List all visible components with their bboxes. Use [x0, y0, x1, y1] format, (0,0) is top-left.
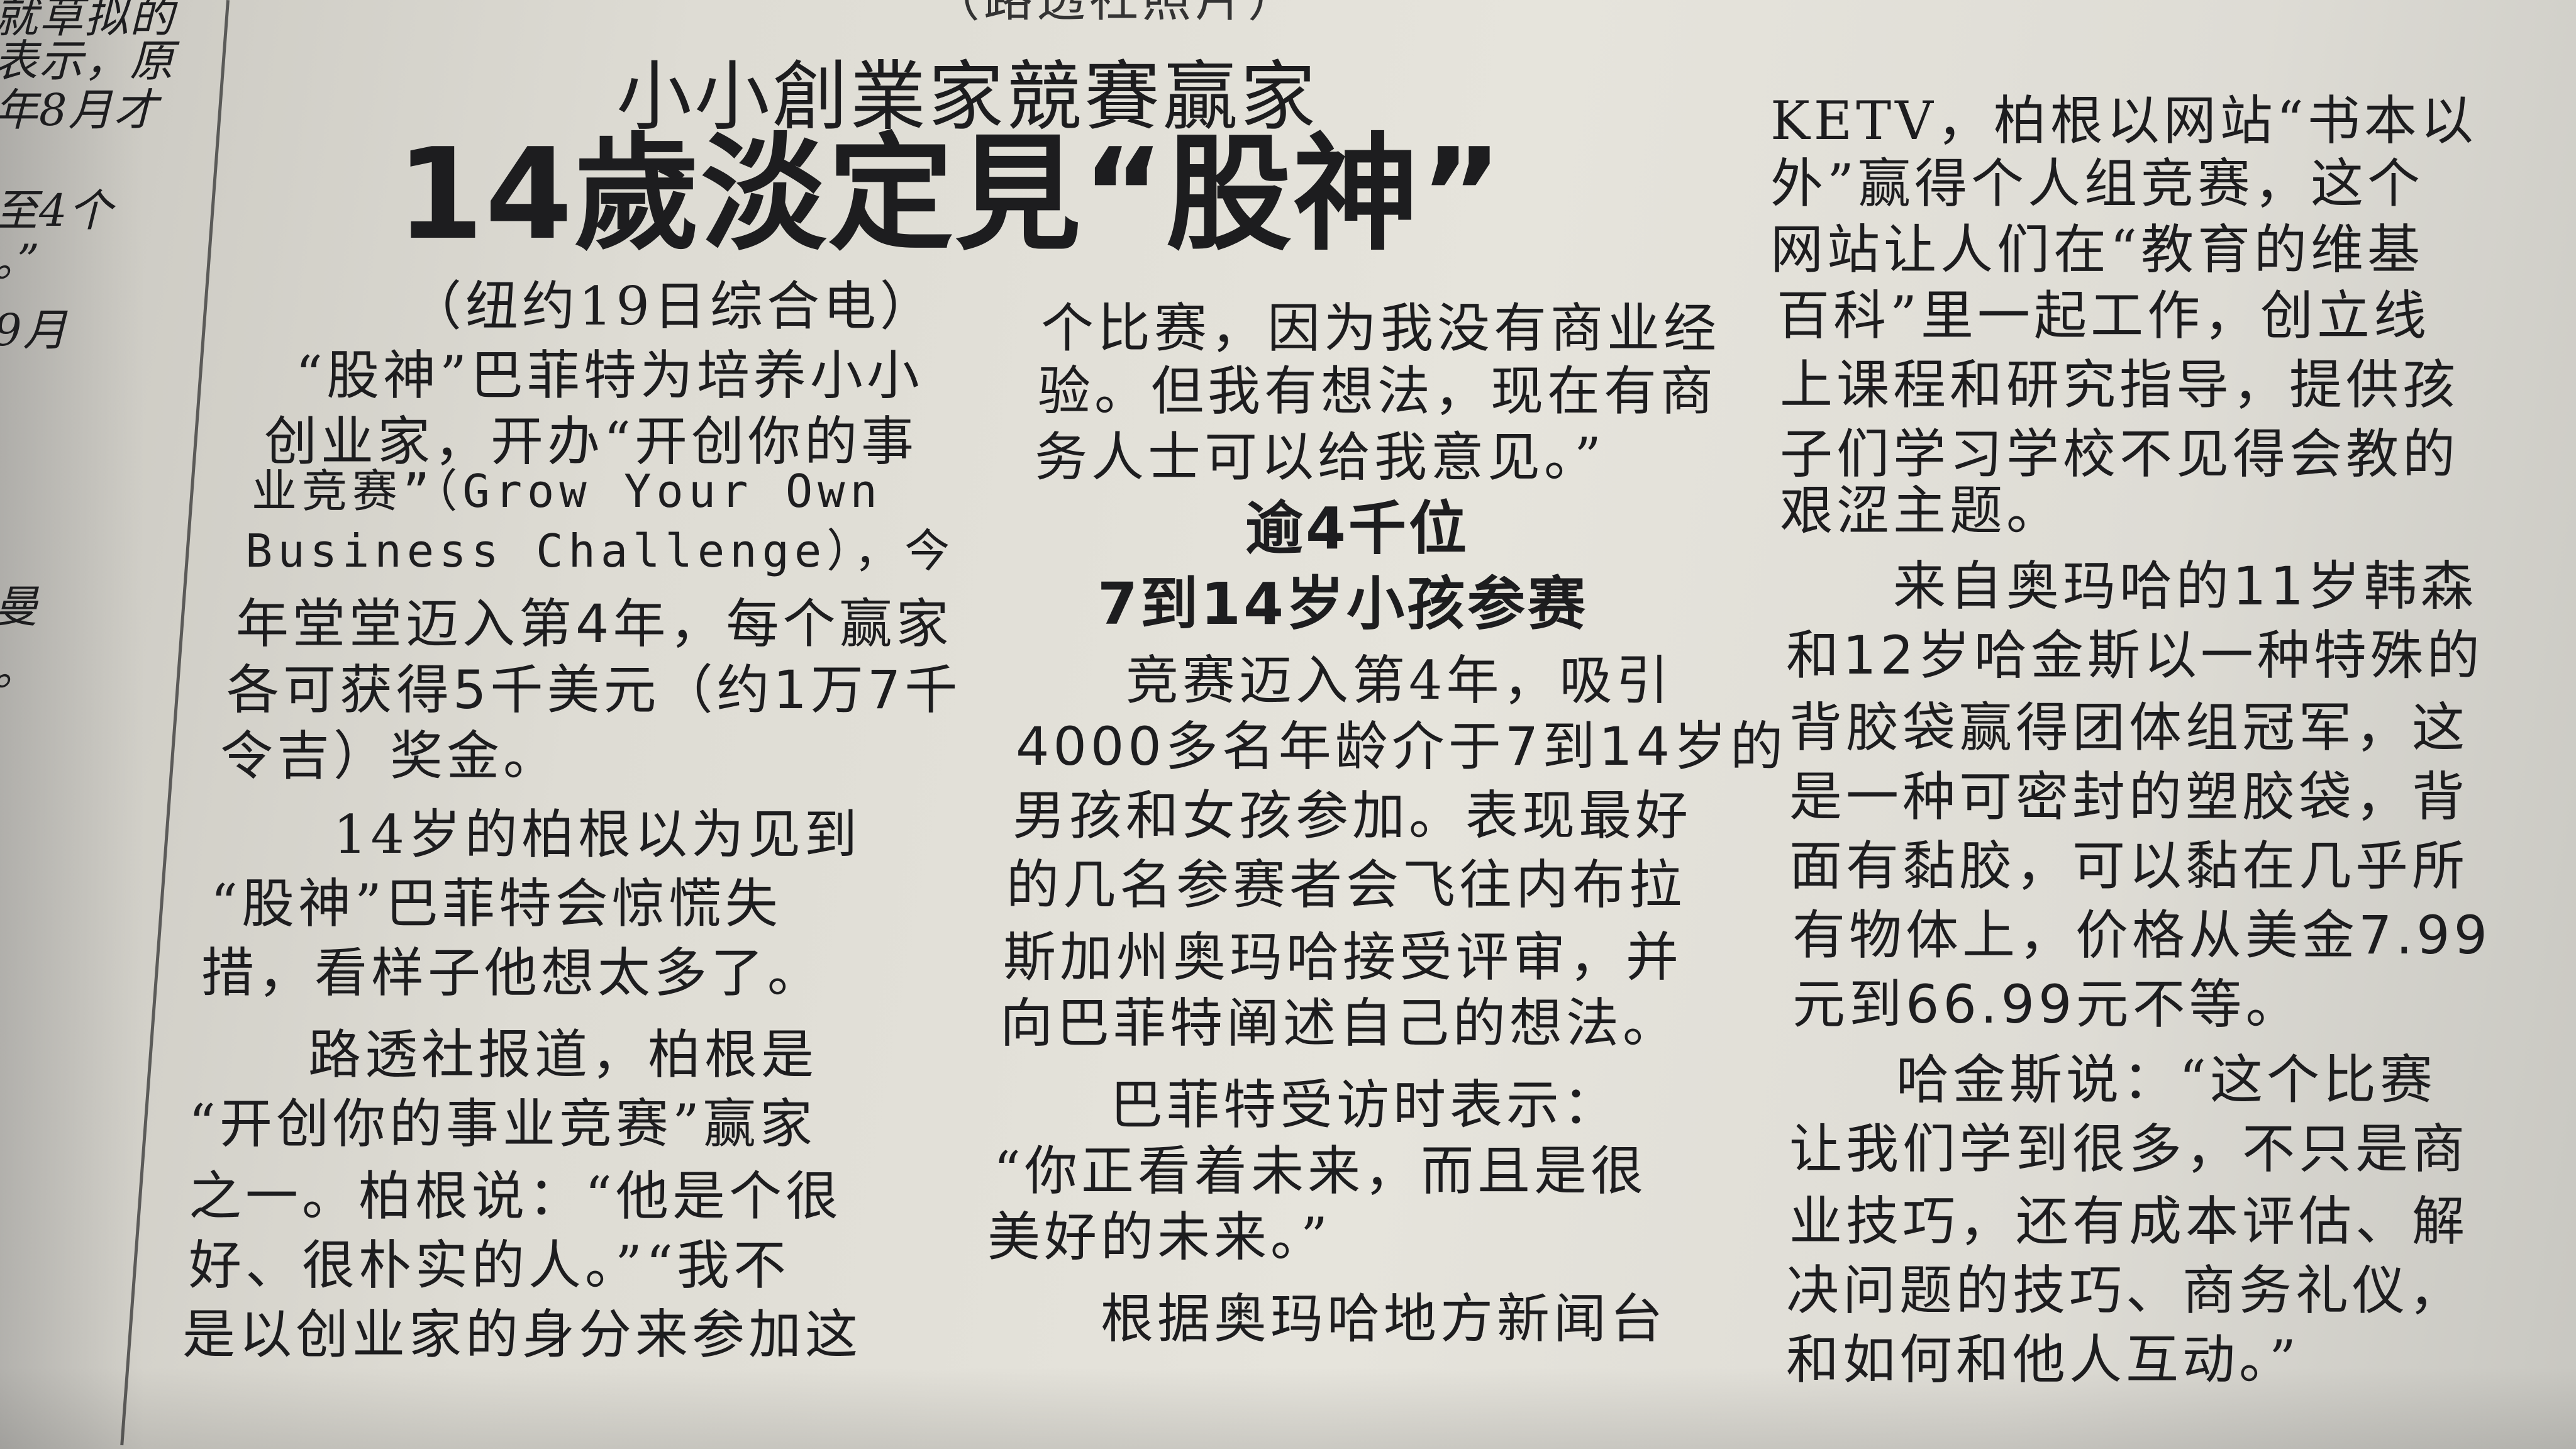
body-line: 措，看样子他想太多了。 [201, 942, 824, 1004]
body-line: 男孩和女孩参加。表现最好 [1013, 785, 1692, 847]
body-line: 是一种可密封的塑胶袋，背 [1789, 766, 2469, 828]
article-headline: 14歲淡定見“股神” [396, 121, 1504, 268]
body-line: 上课程和研究指导，提供孩 [1780, 354, 2460, 416]
body-line: 哈金斯说：“这个比赛 [1896, 1049, 2436, 1111]
body-line: 美好的未来。” [987, 1206, 1331, 1268]
body-line: 根据奥玛哈地方新闻台 [1101, 1288, 1667, 1350]
body-line: 让我们学到很多，不只是商 [1789, 1118, 2469, 1180]
body-line: 背胶袋赢得团体组冠军，这 [1789, 697, 2469, 758]
dateline: （纽约19日综合电） [409, 275, 936, 337]
body-line: 路透社报道，柏根是 [308, 1024, 818, 1085]
prev-article-line: 曼 [0, 585, 39, 629]
body-line: 和如何和他人互动。” [1786, 1329, 2300, 1391]
body-line: “股神”巴菲特为培养小小 [296, 345, 923, 406]
body-line: 业竞赛”（Grow Your Own [252, 465, 882, 518]
body-line: 年堂堂迈入第4年，每个赢家 [236, 593, 953, 655]
body-line: 令吉）奖金。 [220, 725, 560, 787]
body-line: “开创你的事业竞赛”赢家 [189, 1093, 816, 1155]
prev-article-line: 9月 [0, 304, 69, 356]
body-line: 有物体上，价格从美金7.99 [1792, 904, 2492, 966]
prev-article-line: 表示，原 [0, 35, 175, 87]
body-line: 面有黏胶，可以黏在几乎所 [1789, 835, 2469, 897]
body-line: “股神”巴菲特会惊慌失 [211, 873, 782, 935]
photo-caption: （路透社照片） [931, 0, 1301, 24]
body-line: 斯加州奥玛哈接受评审，并 [1003, 926, 1683, 988]
body-line: 和12岁哈金斯以一种特殊的 [1786, 625, 2484, 686]
body-line: 决问题的技巧、商务礼仪， [1786, 1260, 2466, 1321]
body-line: 来自奥玛哈的11岁韩森 [1893, 555, 2477, 617]
body-line: 向巴菲特阐述自己的想法。 [1000, 992, 1680, 1054]
body-line: 好、很朴实的人。”“我不 [189, 1235, 790, 1296]
body-line: 网站让人们在“教育的维基 [1770, 219, 2424, 280]
prev-article-line: 年8月才 [0, 84, 159, 136]
body-line: “你正看着未来，而且是很 [994, 1140, 1647, 1202]
prev-article-line: 。” [0, 235, 41, 287]
prev-article-line: 至4个 [0, 185, 114, 236]
body-line: 的几名参赛者会飞往内布拉 [1006, 854, 1686, 916]
body-line: 业技巧，还有成本评估、解 [1789, 1191, 2469, 1252]
body-line: 创业家，开办“开创你的事 [264, 411, 918, 472]
subheading: 7到14岁小孩参赛 [1097, 570, 1589, 638]
body-line: 4000多名年龄介于7到14岁的 [1016, 716, 1787, 777]
body-line: 各可获得5千美元（约1万7千 [226, 659, 962, 721]
subheading: 逾4千位 [1245, 495, 1470, 562]
body-line: 竞赛迈入第4年，吸引 [1126, 650, 1673, 711]
body-line: 百科”里一起工作，创立线 [1777, 285, 2430, 347]
prev-article-line: 就草拟的 [0, 0, 175, 43]
body-line: 外”赢得个人组竞赛，这个 [1770, 153, 2424, 214]
body-line: 验。但我有想法，现在有商 [1038, 360, 1718, 422]
body-line: 是以创业家的身分来参加这 [182, 1304, 862, 1365]
body-line: 巴菲特受访时表示： [1110, 1074, 1620, 1136]
prev-article-line: 。 [0, 648, 39, 692]
body-line: Business Challenge），今 [245, 525, 955, 577]
body-line: 子们学习学校不见得会教的 [1780, 423, 2460, 485]
body-line: 之一。柏根说：“他是个很 [189, 1165, 842, 1227]
body-line: KETV，柏根以网站“书本以 [1770, 90, 2477, 152]
body-line: 元到66.99元不等。 [1792, 974, 2302, 1035]
body-line: 14岁的柏根以为见到 [333, 804, 861, 865]
body-line: 个比赛，因为我没有商业经 [1041, 297, 1721, 359]
body-line: 艰涩主题。 [1780, 480, 2063, 541]
body-line: 务人士可以给我意见。” [1035, 426, 1605, 488]
